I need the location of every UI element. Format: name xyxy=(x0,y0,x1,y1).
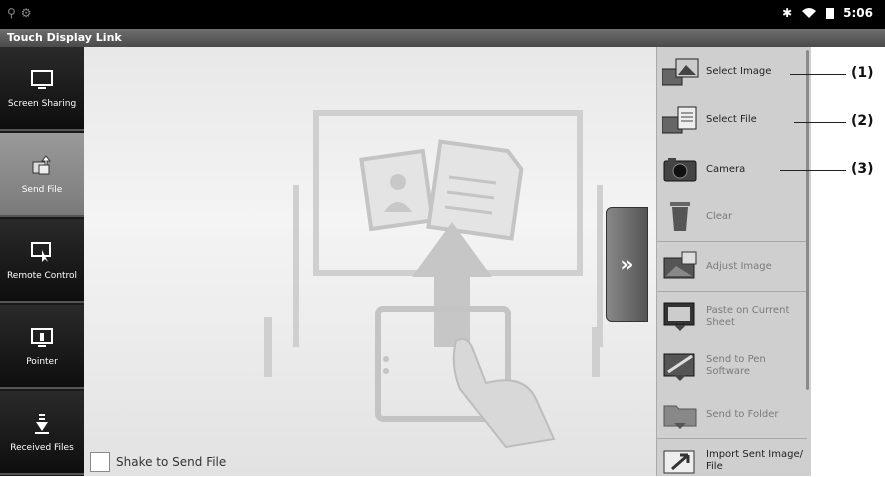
trash-icon xyxy=(670,202,690,231)
action-panel: Select Image Select File Camera Clear Ad… xyxy=(656,47,811,476)
action-label: Select Image xyxy=(706,65,772,77)
action-label: Adjust Image xyxy=(706,260,772,272)
send-illustration xyxy=(264,110,603,449)
nav-received-files[interactable]: Received Files xyxy=(0,391,84,475)
nav-send-file[interactable]: Send File xyxy=(0,133,84,217)
action-label: Send to Pen Software xyxy=(706,354,766,377)
panel-scrollbar[interactable] xyxy=(806,50,809,390)
status-bar: ⚲⚙ ✱ 5:06 xyxy=(0,0,885,29)
send-file-icon xyxy=(32,155,52,175)
monitor-icon xyxy=(31,70,53,89)
nav-label: Screen Sharing xyxy=(7,99,77,109)
nav-label: Pointer xyxy=(26,357,58,367)
wifi-icon xyxy=(802,8,817,18)
adjust-image-button[interactable]: Adjust Image xyxy=(657,250,807,282)
app-title: Touch Display Link xyxy=(0,29,885,47)
import-sent-image-button[interactable]: Import Sent Image/ File xyxy=(657,445,807,477)
callout-3: (3) xyxy=(851,161,874,177)
select-file-button[interactable]: Select File xyxy=(657,103,807,135)
pointer-icon xyxy=(31,328,53,347)
send-area[interactable]: Shake to Send File xyxy=(84,47,656,476)
panel-toggle-button[interactable]: » xyxy=(606,207,648,322)
remote-control-icon xyxy=(31,242,51,262)
callout-line-2 xyxy=(794,122,846,123)
nav-pointer[interactable]: Pointer xyxy=(0,305,84,389)
nav-label: Received Files xyxy=(10,443,74,453)
checkbox-box[interactable] xyxy=(90,452,110,472)
action-label: Paste on Current Sheet xyxy=(706,305,790,328)
divider xyxy=(657,438,807,439)
usb-debug-icons: ⚲⚙ xyxy=(7,6,37,20)
callout-1: (1) xyxy=(851,65,874,81)
pen-software-icon xyxy=(663,353,695,381)
nav-label: Remote Control xyxy=(6,271,78,281)
shake-label: Shake to Send File xyxy=(116,455,227,469)
send-to-pen-software-button[interactable]: Send to Pen Software xyxy=(657,350,807,382)
import-icon xyxy=(663,450,695,474)
callout-2: (2) xyxy=(851,113,874,129)
action-label: Clear xyxy=(706,210,733,222)
divider xyxy=(657,291,807,292)
paste-on-current-sheet-button[interactable]: Paste on Current Sheet xyxy=(657,301,807,333)
select-file-icon xyxy=(662,106,697,134)
left-nav: Screen Sharing Send File Remote Control … xyxy=(0,47,84,476)
action-label: Select File xyxy=(706,113,757,125)
action-label: Camera xyxy=(706,163,746,175)
action-label: Send to Folder xyxy=(706,408,779,420)
callout-line-1 xyxy=(790,74,846,75)
select-image-button[interactable]: Select Image xyxy=(657,55,807,87)
camera-button[interactable]: Camera xyxy=(657,153,807,185)
status-time: 5:06 xyxy=(843,6,873,20)
battery-icon xyxy=(826,8,835,19)
clear-button[interactable]: Clear xyxy=(657,200,807,232)
paste-icon xyxy=(663,302,695,331)
folder-icon xyxy=(663,405,697,429)
nav-screen-sharing[interactable]: Screen Sharing xyxy=(0,47,84,131)
nav-label: Send File xyxy=(21,185,63,195)
action-label: Import Sent Image/ File xyxy=(706,449,803,472)
nav-remote-control[interactable]: Remote Control xyxy=(0,219,84,303)
camera-icon xyxy=(663,158,697,182)
bluetooth-icon: ✱ xyxy=(782,6,793,20)
select-image-icon xyxy=(662,58,699,86)
shake-to-send-checkbox[interactable]: Shake to Send File xyxy=(90,452,226,472)
download-icon xyxy=(35,414,49,434)
send-to-folder-button[interactable]: Send to Folder xyxy=(657,398,807,430)
callout-line-3 xyxy=(780,170,846,171)
adjust-image-icon xyxy=(663,251,697,279)
divider xyxy=(657,241,807,242)
